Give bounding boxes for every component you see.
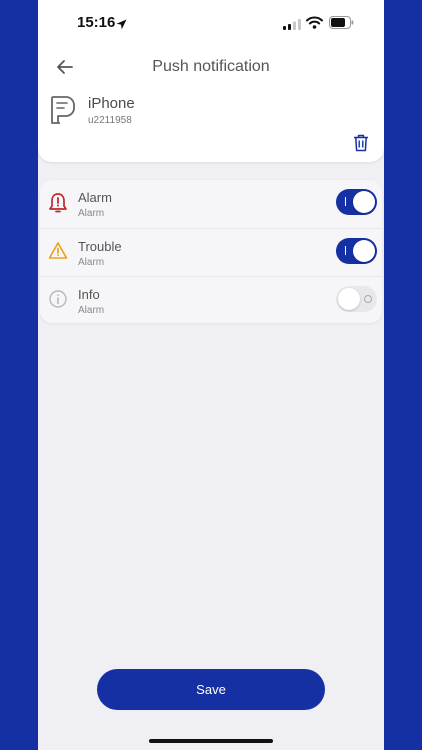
wifi-icon [306, 16, 323, 34]
list-item-sublabel: Alarm [78, 208, 105, 219]
save-button[interactable]: Save [97, 669, 325, 710]
location-arrow-icon [116, 17, 127, 35]
list-item-sublabel: Alarm [78, 305, 105, 316]
list-item-sublabel: Alarm [78, 257, 105, 268]
info-circle-icon [48, 289, 68, 314]
status-bar: 15:16 [38, 0, 384, 46]
phone-screen: 15:16 Push notification iPhone u2211958 … [38, 0, 384, 750]
info-toggle[interactable] [336, 286, 377, 312]
device-id: u2211958 [88, 115, 132, 126]
trash-icon[interactable] [353, 134, 369, 157]
chat-device-icon [50, 94, 76, 131]
list-item-label: Alarm [78, 190, 112, 205]
list-item-trouble: Trouble Alarm [40, 228, 382, 277]
header-card: 15:16 Push notification iPhone u2211958 [38, 0, 384, 162]
bell-alert-icon [48, 192, 68, 219]
device-name: iPhone [88, 95, 135, 112]
trouble-toggle[interactable] [336, 238, 377, 264]
home-indicator [149, 739, 273, 743]
list-item-label: Info [78, 287, 100, 302]
notification-list: Alarm Alarm Trouble Alarm Info Alarm [40, 180, 382, 323]
cellular-signal-icon [283, 17, 301, 35]
list-item-alarm: Alarm Alarm [40, 180, 382, 228]
battery-icon [329, 16, 354, 34]
warning-triangle-icon [48, 241, 68, 266]
status-time: 15:16 [77, 14, 116, 31]
list-item-label: Trouble [78, 239, 122, 254]
list-item-info: Info Alarm [40, 276, 382, 325]
page-title: Push notification [152, 58, 270, 75]
alarm-toggle[interactable] [336, 189, 377, 215]
